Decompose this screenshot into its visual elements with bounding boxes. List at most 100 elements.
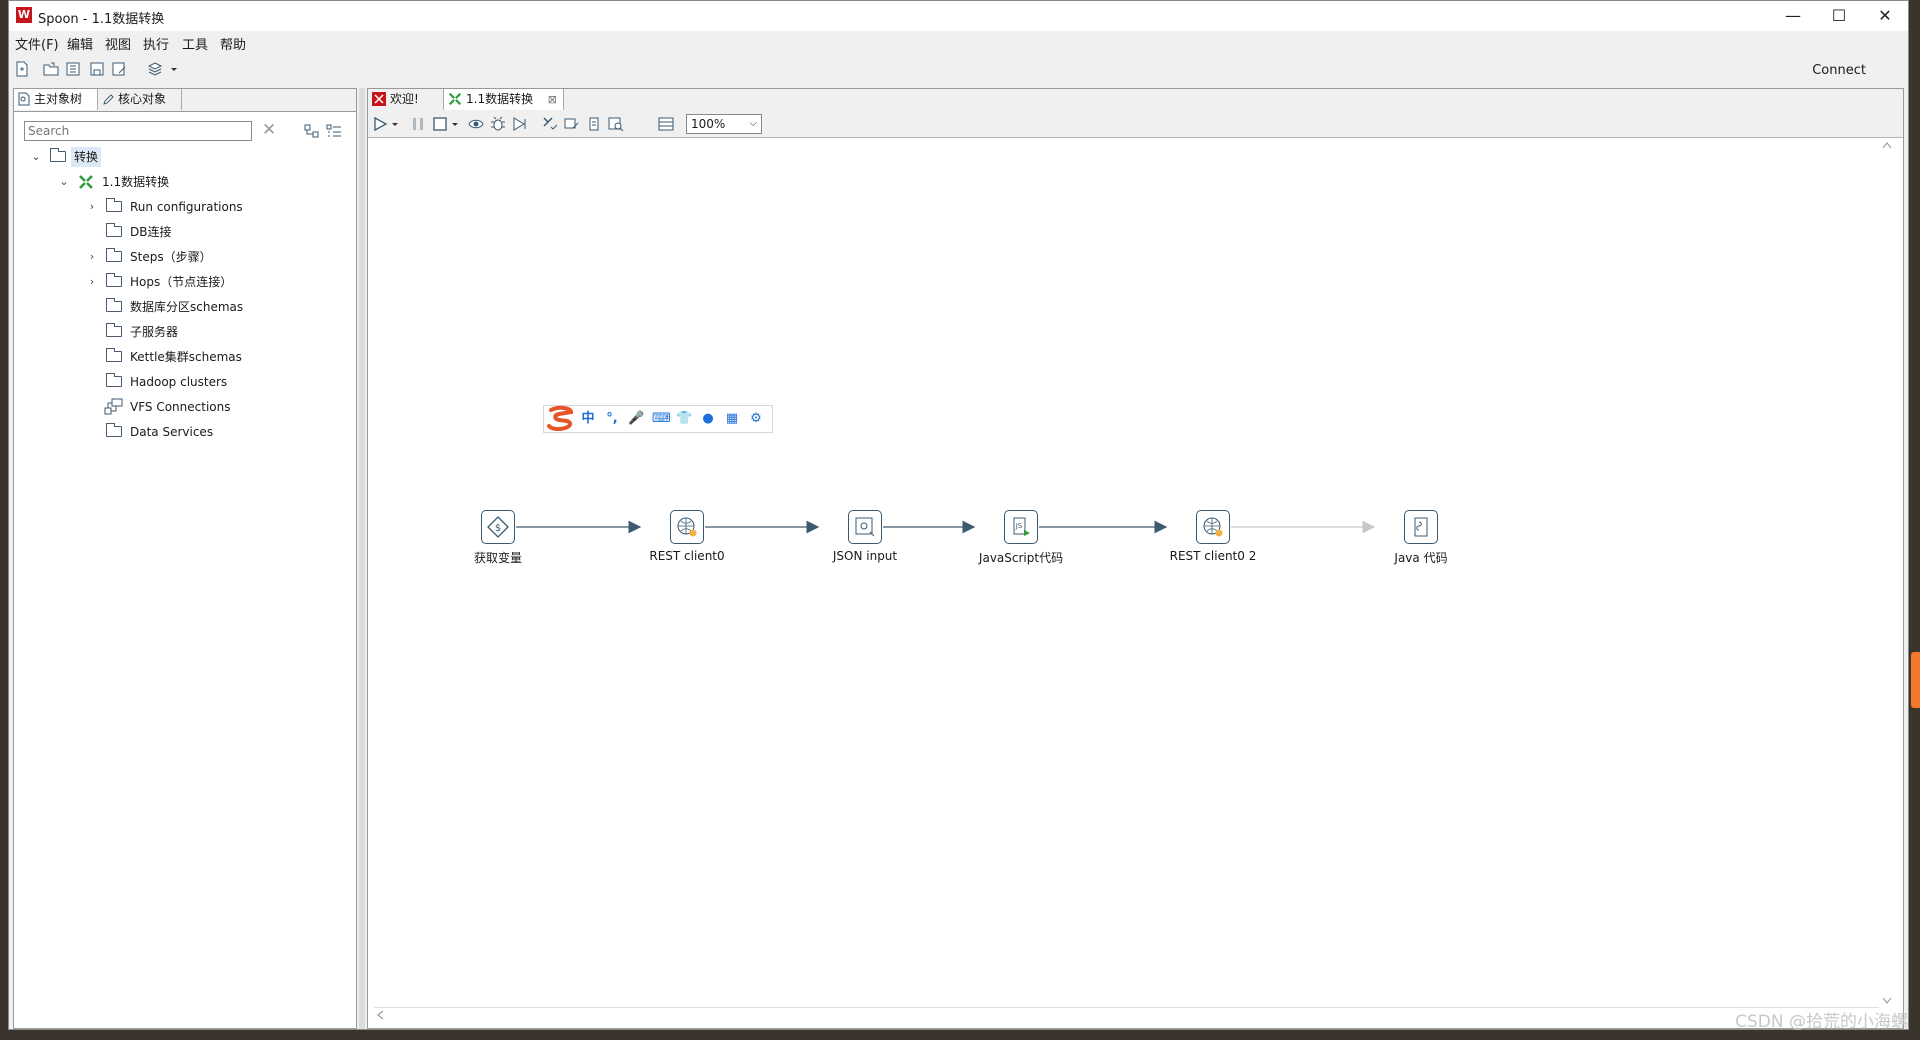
folder-icon [106,298,122,312]
step-rest-client0-2[interactable]: REST client0 2 [1170,510,1256,563]
json-input-icon [855,517,875,537]
java-script-icon [1414,517,1428,537]
tree-node-label: Hops（节点连接） [130,275,233,289]
folder-icon [106,198,122,212]
side-orange-tab[interactable] [1911,652,1920,708]
pause-icon[interactable] [410,116,426,132]
ime-skin-icon[interactable]: 👕 [676,411,692,427]
chevron-down-icon[interactable]: ⌄ [30,147,42,167]
tab-main-tree[interactable]: 主对象树 [14,89,98,110]
step-get-variables[interactable]: $ 获取变量 [474,510,522,565]
tab-main-tree-label: 主对象树 [34,92,83,106]
expand-list-icon[interactable] [326,123,342,139]
connect-button[interactable]: Connect [1812,63,1866,78]
explore-repository-icon[interactable] [65,61,81,77]
show-results-icon[interactable] [658,116,674,132]
panel-splitter[interactable] [359,88,365,1029]
chevron-up-icon[interactable] [1882,141,1892,149]
ime-emoji-icon[interactable]: ● [700,411,716,427]
svg-text:$: $ [495,523,501,534]
left-tabstrip: 主对象树 核心对象 [14,89,356,112]
sql-script-icon[interactable] [586,116,602,132]
chevron-down-icon[interactable] [450,116,460,132]
step-javascript[interactable]: JS JavaScript代码 [979,510,1063,565]
ime-settings-icon[interactable]: ⚙ [748,411,764,427]
menu-tools[interactable]: 工具 [182,34,208,53]
open-file-icon[interactable] [43,61,59,77]
new-file-icon[interactable] [14,61,30,77]
ime-microphone-icon[interactable]: 🎤 [628,411,644,427]
step-label: Java 代码 [1394,551,1448,565]
vertical-scrollbar[interactable] [1879,139,1895,1009]
ime-keyboard-icon[interactable]: ⌨ [652,411,671,427]
menu-run[interactable]: 执行 [143,34,169,53]
folder-icon [106,223,122,237]
clear-search-icon[interactable]: ✕ [262,120,276,140]
hops-layer [516,520,1376,534]
database-explore-icon[interactable] [608,116,624,132]
chevron-right-icon[interactable]: › [86,272,98,292]
network-icon [104,398,123,415]
menu-file[interactable]: 文件(F) [15,34,59,53]
spoon-app-icon: W [16,7,32,23]
minimize-button[interactable]: — [1770,1,1816,31]
chevron-right-icon[interactable]: › [86,247,98,267]
tab-welcome[interactable]: 欢迎! [368,89,444,110]
tree-node-label: Run configurations [130,200,243,214]
perspective-layers-icon[interactable] [147,61,163,77]
folder-icon [106,348,122,362]
chevron-down-icon[interactable] [169,61,179,77]
maximize-button[interactable]: ☐ [1816,1,1862,31]
folder-icon [106,373,122,387]
save-icon[interactable] [89,61,105,77]
step-java-code[interactable]: Java 代码 [1394,510,1448,565]
folder-icon [50,148,66,162]
run-icon[interactable] [372,116,388,132]
zoom-select[interactable]: 100% ⌵ [686,114,762,134]
close-tab-icon[interactable]: ⊠ [548,89,557,110]
horizontal-scrollbar[interactable] [374,1007,1879,1022]
chevron-down-icon[interactable]: ⌄ [58,172,70,192]
step-label: JavaScript代码 [978,551,1064,565]
chevron-down-icon[interactable] [390,116,400,132]
replay-icon[interactable] [512,116,528,132]
step-json-input[interactable]: JSON input [833,510,897,563]
menu-view[interactable]: 视图 [105,34,131,53]
tab-core-objects[interactable]: 核心对象 [98,89,182,110]
tree-node-label: 1.1数据转换 [102,175,170,189]
graph-toolbar: 100% ⌵ [368,111,1903,138]
transformation-canvas[interactable]: $ 获取变量 REST client0 JSON input JS JavaSc… [374,139,1879,1001]
tab-welcome-label: 欢迎! [390,92,419,106]
stop-icon[interactable] [432,116,448,132]
menu-help[interactable]: 帮助 [220,34,246,53]
tab-transformation[interactable]: 1.1数据转换 ⊠ [444,89,564,110]
menu-edit[interactable]: 编辑 [67,34,93,53]
chevron-left-icon[interactable] [376,1010,384,1020]
ime-chinese-mode-icon[interactable]: 中 [580,411,596,427]
impact-icon[interactable] [564,116,580,132]
save-as-icon[interactable] [111,61,127,77]
tab-transformation-label: 1.1数据转换 [466,92,534,106]
chevron-right-icon[interactable]: › [86,197,98,217]
chevron-down-icon[interactable] [1882,997,1892,1005]
preview-eye-icon[interactable] [468,116,484,132]
rest-globe-icon [1203,517,1223,537]
close-button[interactable]: ✕ [1862,1,1908,31]
ime-toolbox-icon[interactable]: ▦ [724,411,740,427]
ime-punctuation-icon[interactable]: °, [604,411,620,427]
search-input[interactable] [24,121,252,141]
editor-panel: 欢迎! 1.1数据转换 ⊠ 100% ⌵ $ 获取变量 REST client0… [367,88,1904,1029]
get-variables-icon: $ [487,516,509,538]
tree-node-label: Data Services [130,425,214,439]
verify-icon[interactable] [542,116,558,132]
rest-globe-icon [677,517,697,537]
window-title: Spoon - 1.1数据转换 [38,12,165,27]
tab-core-objects-label: 核心对象 [118,92,167,106]
collapse-all-icon[interactable] [304,123,320,139]
transformation-icon [448,92,462,106]
left-panel: 主对象树 核心对象 ✕ ⌄ 转换 ⌄ 1.1数据转换 › [13,88,357,1029]
step-rest-client0[interactable]: REST client0 [649,510,725,563]
tree-node-label: Hadoop clusters [130,375,228,389]
sogou-s-icon[interactable] [546,404,576,434]
debug-bug-icon[interactable] [490,116,506,132]
